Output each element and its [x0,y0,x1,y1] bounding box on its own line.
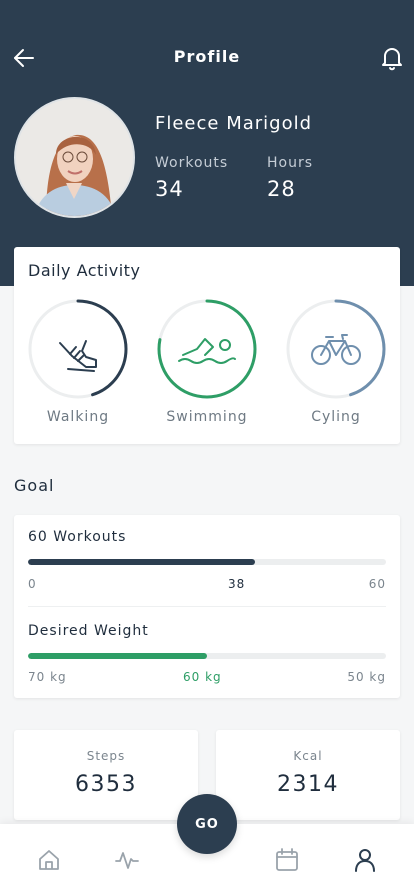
walking-label: Walking [46,409,110,425]
nav-activity[interactable] [115,848,139,872]
weight-goal-fill [28,653,207,659]
cycling-ring[interactable] [286,299,386,399]
goal-card: 60 Workouts 0 38 60 Desired Weight 70 kg… [14,515,400,698]
home-icon [39,850,59,870]
steps-label: Steps [86,749,126,763]
kcal-label: Kcal [293,749,323,763]
weight-goal-max: 50 kg [347,670,386,684]
workouts-goal-fill [28,559,255,565]
avatar [14,97,135,218]
weight-goal-min: 70 kg [28,670,67,684]
weight-goal-label: Desired Weight [28,623,149,639]
workouts-goal-max: 60 [368,577,386,591]
workouts-goal-min: 0 [28,577,37,591]
nav-home[interactable] [37,848,61,872]
bell-icon [382,48,402,71]
cycling-label: Cyling [311,409,361,425]
daily-activity-title: Daily Activity [28,261,141,280]
swimmer-icon [178,338,236,364]
go-button[interactable]: GO [177,794,237,854]
swimming-label: Swimming [166,409,248,425]
workouts-goal-track [28,559,386,565]
page-title: Profile [173,47,241,66]
nav-profile[interactable] [353,848,377,872]
calendar-icon [276,848,298,871]
walking-ring[interactable] [28,299,128,399]
workouts-value: 34 [155,177,184,201]
daily-activity-card: Daily Activity Walking Swimming Cyling [14,247,400,444]
weight-goal-track [28,653,386,659]
kcal-card: Kcal 2314 [216,730,400,820]
user-name: Fleece Marigold [155,113,313,134]
bicycle-icon [311,334,361,365]
workouts-goal-current: 38 [228,577,246,591]
workouts-goal-label: 60 Workouts [28,529,127,545]
weight-goal-current: 60 kg [183,670,222,684]
steps-card: Steps 6353 [14,730,198,820]
hours-label: Hours [267,155,314,171]
activity-icon [115,852,139,869]
profile-header: Profile Fleece Marigold Workouts 34 Hour… [0,0,414,286]
goal-title: Goal [14,476,55,495]
shoe-icon [59,340,97,372]
notification-button[interactable] [380,45,404,71]
workouts-label: Workouts [155,155,229,171]
swimming-ring[interactable] [157,299,257,399]
kcal-value: 2314 [277,772,339,797]
hours-value: 28 [267,177,296,201]
goal-divider [28,606,386,607]
user-icon [355,849,375,872]
nav-calendar[interactable] [275,848,299,872]
steps-value: 6353 [75,772,137,797]
